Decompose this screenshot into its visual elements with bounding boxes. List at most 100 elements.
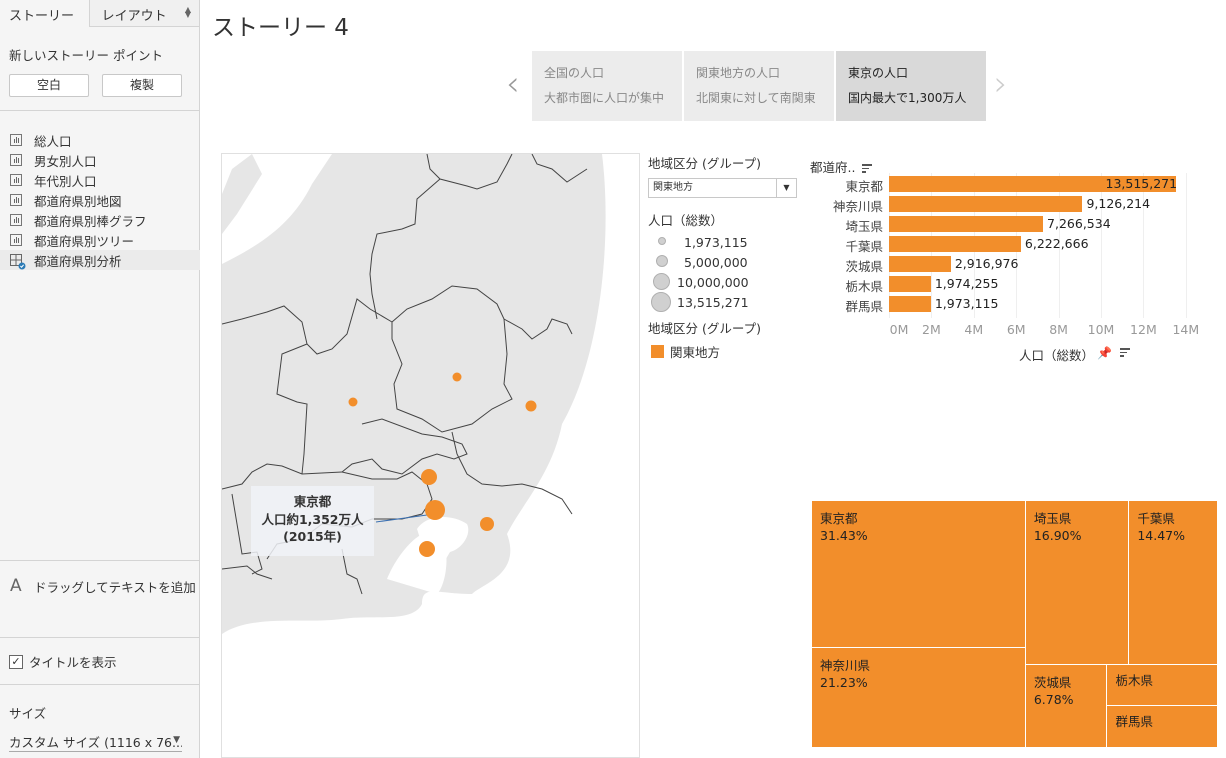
bar[interactable] — [889, 276, 931, 292]
land-area — [222, 154, 262, 234]
bar[interactable] — [889, 256, 951, 272]
size-legend-value: 13,515,271 — [677, 295, 749, 310]
treemap-cell[interactable]: 千葉県 14.47% — [1129, 501, 1218, 665]
text-icon: A — [10, 576, 22, 596]
size-select[interactable]: カスタム サイズ (1116 x 76... ▼ — [9, 732, 182, 752]
next-arrow-icon[interactable]: › — [994, 66, 1008, 102]
size-value: カスタム サイズ (1116 x 76... — [9, 735, 182, 750]
treemap-label: 千葉県 — [1137, 511, 1175, 526]
category-label: 東京都 — [845, 179, 883, 194]
story-point-3-active[interactable]: 東京の人口 国内最大で1,300万人 — [836, 51, 986, 121]
divider — [0, 110, 200, 111]
duplicate-button[interactable]: 複製 — [102, 74, 182, 97]
treemap-percent: 16.90% — [1033, 528, 1082, 543]
color-swatch — [651, 345, 664, 358]
treemap-cell[interactable]: 埼玉県 16.90% — [1025, 501, 1130, 665]
annotation-line: (2015年) — [283, 529, 342, 544]
sheet-item[interactable]: 年代別人口 — [0, 170, 200, 190]
bar-value-label: 13,515,271 — [1105, 176, 1178, 191]
treemap-percent: 31.43% — [820, 528, 868, 543]
sheet-item[interactable]: 男女別人口 — [0, 150, 200, 170]
sheet-list: 総人口 男女別人口 年代別人口 都道府県別地図 都道府県別棒グラフ 都道府県別ツ… — [0, 130, 200, 270]
treemap-cell[interactable]: 栃木県 — [1107, 664, 1218, 707]
sheet-label: 都道府県別地図 — [34, 193, 122, 209]
category-label: 群馬県 — [845, 299, 883, 314]
region-filter-dropdown[interactable]: 関東地方 ▼ — [648, 178, 797, 198]
story-point-title: 東京の人口 — [848, 66, 909, 80]
show-title-toggle[interactable]: ✓ タイトルを表示 — [9, 652, 117, 671]
size-legend-item: 13,515,271 — [648, 292, 803, 312]
sheet-item[interactable]: 都道府県別ツリー — [0, 230, 200, 250]
bar[interactable] — [889, 216, 1044, 232]
row-header-label: 都道府.. — [810, 160, 856, 175]
x-axis-title: 人口（総数） — [1019, 348, 1095, 363]
divider — [0, 637, 200, 638]
sheet-label: 男女別人口 — [34, 153, 97, 169]
sheet-item[interactable]: 総人口 — [0, 130, 200, 150]
bar-value-label: 9,126,214 — [1086, 196, 1151, 211]
legend-panel: 地域区分 (グループ) 関東地方 ▼ 人口（総数） 1,973,115 5,00… — [648, 153, 803, 361]
story-point-1[interactable]: 全国の人口 大都市圏に人口が集中 — [532, 51, 682, 121]
tab-story[interactable]: ストーリー — [0, 0, 89, 27]
map-marker-chiba — [480, 517, 494, 531]
sheet-item[interactable]: 都道府県別棒グラフ — [0, 210, 200, 230]
color-legend-item[interactable]: 関東地方 — [648, 342, 803, 361]
chevron-down-icon[interactable]: ▼ — [776, 179, 796, 197]
worksheet-icon — [10, 214, 22, 226]
bar[interactable] — [889, 236, 1021, 252]
map-canvas — [222, 154, 606, 634]
color-legend-title: 地域区分 (グループ) — [648, 321, 761, 336]
treemap-label: 群馬県 — [1115, 714, 1153, 730]
annotation-line: 東京都 — [293, 494, 332, 509]
new-story-point-label: 新しいストーリー ポイント — [9, 48, 163, 63]
bar[interactable] — [889, 296, 931, 312]
x-tick-label: 6M — [1006, 322, 1026, 337]
sheet-item[interactable]: 都道府県別地図 — [0, 190, 200, 210]
prev-arrow-icon[interactable]: ‹ — [506, 66, 520, 102]
category-label: 栃木県 — [845, 279, 883, 294]
sort-icon[interactable] — [862, 164, 873, 173]
treemap-cell[interactable]: 神奈川県 21.23% — [812, 648, 1026, 748]
sheet-item-selected[interactable]: 都道府県別分析 — [0, 250, 200, 270]
gridline — [1101, 173, 1102, 318]
treemap-cell[interactable]: 茨城県 6.78% — [1025, 664, 1108, 748]
x-tick-label: 2M — [922, 322, 941, 337]
pin-icon[interactable]: 📌 — [1097, 346, 1112, 360]
x-tick-label: 10M — [1087, 322, 1115, 337]
size-legend-item: 10,000,000 — [648, 272, 803, 292]
treemap-percent: 6.78% — [1033, 691, 1074, 707]
drag-text-object[interactable]: A ドラッグしてテキストを追加 — [10, 576, 196, 596]
bar-value-label: 6,222,666 — [1024, 236, 1089, 251]
x-tick-label: 8M — [1049, 322, 1068, 337]
sheet-label: 都道府県別分析 — [34, 253, 122, 269]
sort-icon[interactable] — [1120, 348, 1130, 357]
story-point-caption: 北関東に対して南関東 — [696, 91, 816, 105]
gridline — [1143, 173, 1145, 318]
row-header[interactable]: 都道府.. — [810, 157, 873, 176]
population-bar-chart: 都道府.. 人口（総数） 📌 0M 2M 4M 6M 8M 10M 12M 14M 東京都 13,… — [808, 153, 1226, 368]
show-title-checkbox[interactable]: ✓ — [9, 654, 23, 669]
category-label: 埼玉県 — [845, 219, 883, 234]
size-legend-value: 5,000,000 — [684, 255, 748, 270]
updown-icon: ▲ ▼ — [184, 5, 191, 19]
tab-layout-label: レイアウト — [101, 9, 167, 24]
treemap-cell[interactable]: 群馬県 — [1107, 706, 1218, 748]
worksheet-icon — [10, 154, 22, 166]
treemap-label: 東京都 — [820, 511, 858, 526]
bar-value-label: 7,266,534 — [1047, 216, 1111, 231]
sheet-label: 年代別人口 — [34, 173, 97, 189]
region-filter-value: 関東地方 — [653, 182, 693, 193]
dashboard-icon — [10, 254, 26, 270]
annotation-line: 人口約1,352万人 — [261, 511, 364, 527]
tab-layout[interactable]: レイアウト ▲ ▼ — [88, 0, 199, 27]
sheet-label: 都道府県別ツリー — [34, 233, 135, 249]
size-legend-title: 人口（総数） — [648, 213, 724, 228]
prefecture-map[interactable] — [221, 153, 640, 758]
size-circle-icon — [656, 255, 668, 267]
size-circle-icon — [651, 292, 671, 312]
blank-button[interactable]: 空白 — [9, 74, 89, 97]
treemap-cell[interactable]: 東京都 31.43% — [812, 501, 1026, 649]
show-title-label: タイトルを表示 — [29, 655, 117, 670]
bar[interactable] — [889, 196, 1083, 212]
story-point-2[interactable]: 関東地方の人口 北関東に対して南関東 — [684, 51, 834, 121]
